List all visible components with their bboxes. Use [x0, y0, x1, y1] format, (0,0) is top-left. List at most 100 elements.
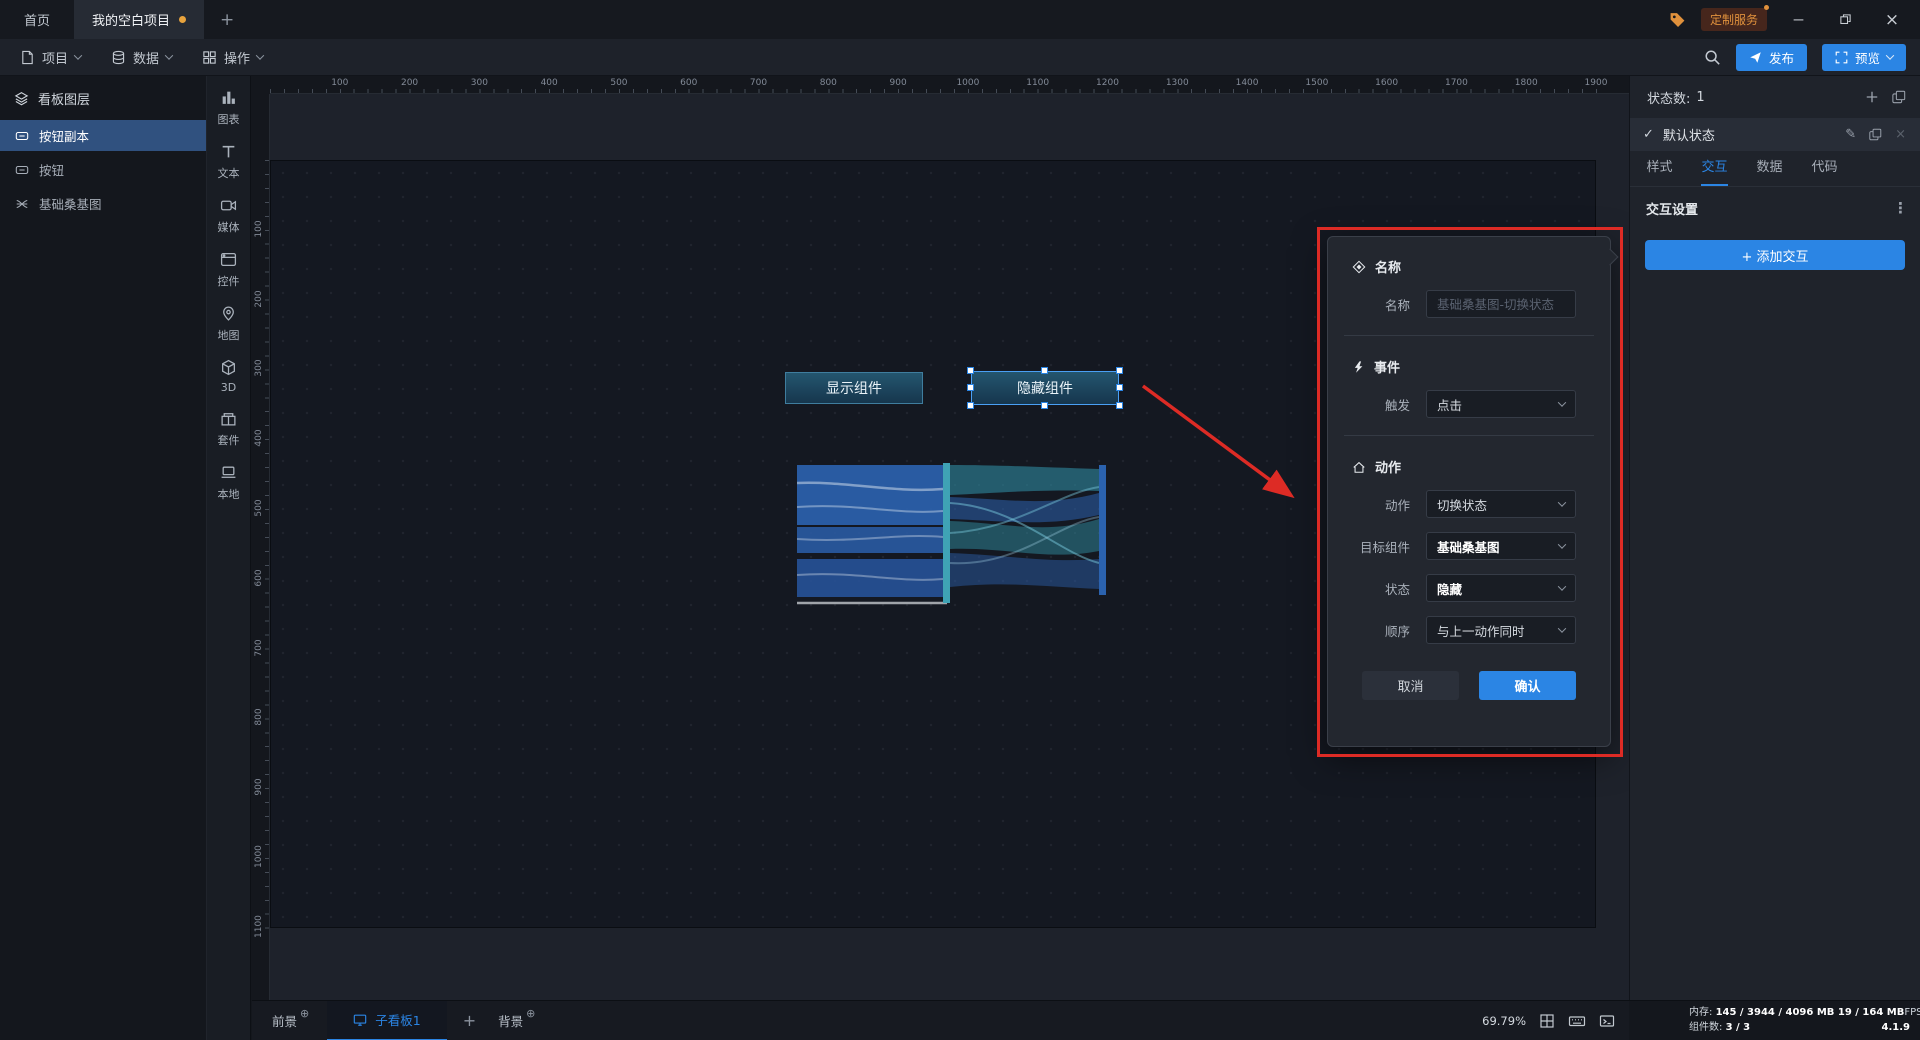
- layer-item-button[interactable]: 按钮: [0, 154, 206, 185]
- canvas-show-component-button[interactable]: 显示组件: [785, 372, 923, 404]
- fps-label: FPS:: [1904, 1007, 1920, 1018]
- ruler-h-number: 1200: [1096, 78, 1119, 88]
- version-label: 4.1.9: [1881, 1022, 1910, 1033]
- menu-data-label: 数据: [133, 51, 160, 67]
- ruler-h-number: 1500: [1305, 78, 1329, 88]
- delete-state-icon[interactable]: ×: [1895, 127, 1906, 142]
- layers-panel-title: 看板图层: [38, 93, 91, 108]
- resize-handle[interactable]: [1116, 402, 1123, 409]
- resize-handle[interactable]: [1041, 402, 1048, 409]
- tab-data[interactable]: 数据: [1742, 151, 1797, 186]
- restore-button[interactable]: [1829, 0, 1861, 39]
- default-state-row[interactable]: ✓ 默认状态 ✎ ×: [1630, 118, 1920, 151]
- grid-view-icon[interactable]: [1539, 1013, 1555, 1029]
- action-select[interactable]: 切换状态: [1426, 490, 1576, 518]
- add-interaction-button[interactable]: + 添加交互: [1645, 240, 1905, 270]
- preview-button[interactable]: 预览: [1821, 43, 1906, 71]
- edit-state-icon[interactable]: ✎: [1845, 127, 1856, 142]
- asset-map[interactable]: 地图: [207, 305, 250, 343]
- asset-3d[interactable]: 3D: [207, 359, 250, 394]
- close-button[interactable]: ×: [1876, 0, 1908, 39]
- box-icon: [220, 410, 237, 427]
- zoom-level[interactable]: 69.79%: [1482, 1014, 1526, 1028]
- memory-label: 内存:: [1689, 1007, 1713, 1018]
- ruler-h-number: 1400: [1235, 78, 1259, 88]
- ruler-h-number: 1000: [956, 78, 980, 88]
- tab-project-label: 我的空白项目: [92, 14, 171, 29]
- monitor-icon: [353, 1013, 367, 1027]
- duplicate-state-icon[interactable]: [1869, 128, 1882, 141]
- kebab-menu-icon[interactable]: ⋮: [1893, 199, 1908, 217]
- asset-media[interactable]: 媒体: [207, 197, 250, 235]
- asset-widgets[interactable]: 控件: [207, 251, 250, 289]
- sankey-chart[interactable]: [797, 463, 1106, 618]
- chevron-down-icon: [73, 51, 83, 60]
- confirm-button[interactable]: 确认: [1479, 671, 1576, 700]
- custom-service-badge[interactable]: 定制服务: [1700, 5, 1769, 31]
- canvas[interactable]: 100 200 300 400 500 600 700 800 900 1000 1100 1200 1…: [252, 76, 1629, 1000]
- new-tab-button[interactable]: +: [204, 0, 250, 39]
- name-section-title: 名称: [1375, 261, 1402, 276]
- order-select[interactable]: 与上一动作同时: [1426, 616, 1576, 644]
- menu-project[interactable]: 项目: [20, 48, 83, 67]
- asset-local[interactable]: 本地: [207, 464, 250, 502]
- ruler-h-number: 500: [610, 78, 628, 88]
- ruler-h-number: 700: [749, 78, 768, 88]
- action-section-title: 动作: [1375, 461, 1402, 476]
- tab-interaction[interactable]: 交互: [1687, 151, 1742, 186]
- layer-item-sankey[interactable]: 基础桑基图: [0, 188, 206, 219]
- chevron-down-icon: [1557, 498, 1567, 507]
- hide-button-label: 隐藏组件: [1017, 381, 1073, 397]
- resize-handle[interactable]: [1041, 367, 1048, 374]
- copy-state-icon[interactable]: [1892, 90, 1906, 104]
- ruler-v-number: 700: [254, 638, 264, 657]
- resize-handle[interactable]: [967, 367, 974, 374]
- state-select[interactable]: 隐藏: [1426, 574, 1576, 602]
- asset-label: 3D: [220, 381, 237, 394]
- trigger-select[interactable]: 点击: [1426, 390, 1576, 418]
- interaction-settings-title: 交互设置: [1646, 202, 1699, 218]
- resize-handle[interactable]: [967, 402, 974, 409]
- keyboard-icon[interactable]: [1568, 1013, 1586, 1029]
- asset-text[interactable]: 文本: [207, 143, 250, 181]
- target-select[interactable]: 基础桑基图: [1426, 532, 1576, 560]
- tab-project[interactable]: 我的空白项目: [74, 0, 205, 39]
- ruler-v-number: 600: [254, 569, 264, 587]
- fullscreen-icon: [1835, 51, 1848, 64]
- menu-data[interactable]: 数据: [111, 48, 174, 67]
- tab-home[interactable]: 首页: [0, 0, 74, 39]
- name-input[interactable]: [1426, 290, 1576, 318]
- canvas-hide-component-button[interactable]: 隐藏组件: [971, 371, 1119, 405]
- tab-code[interactable]: 代码: [1797, 151, 1852, 186]
- preview-label: 预览: [1854, 50, 1880, 66]
- resize-handle[interactable]: [967, 384, 974, 391]
- layer-item-button-copy[interactable]: 按钮副本: [0, 120, 206, 151]
- minimize-button[interactable]: [1782, 0, 1814, 39]
- sankey-icon: [15, 197, 29, 211]
- ruler-h-number: 1800: [1514, 78, 1538, 88]
- publish-button[interactable]: 发布: [1735, 43, 1807, 71]
- asset-label: 控件: [217, 275, 240, 288]
- unsaved-dot: [179, 16, 187, 23]
- ruler-v-number: 1100: [254, 914, 264, 938]
- add-state-icon[interactable]: [1865, 90, 1879, 104]
- resize-handle[interactable]: [1116, 384, 1123, 391]
- tab-style[interactable]: 样式: [1632, 151, 1687, 186]
- menu-operate[interactable]: 操作: [202, 48, 265, 67]
- ruler-h: 100 200 300 400 500 600 700 800 900 1000 1100 1200 1…: [252, 76, 1629, 94]
- console-icon[interactable]: [1599, 1013, 1615, 1029]
- foreground-button[interactable]: 前景 ⊕: [252, 1007, 309, 1030]
- chevron-down-icon: [1885, 51, 1895, 60]
- subboard-tab[interactable]: 子看板1: [327, 1000, 447, 1040]
- cancel-button[interactable]: 取消: [1362, 671, 1459, 700]
- background-button[interactable]: 背景 ⊕: [492, 1007, 535, 1030]
- background-label: 背景: [498, 1014, 524, 1029]
- ruler-corner: [252, 76, 270, 94]
- map-pin-icon: [220, 305, 237, 322]
- asset-kits[interactable]: 套件: [207, 410, 250, 448]
- resize-handle[interactable]: [1116, 367, 1123, 374]
- ruler-v-number: 800: [254, 708, 264, 726]
- search-icon[interactable]: [1704, 49, 1721, 66]
- add-subboard-button[interactable]: +: [447, 1011, 492, 1030]
- asset-charts[interactable]: 图表: [207, 89, 250, 127]
